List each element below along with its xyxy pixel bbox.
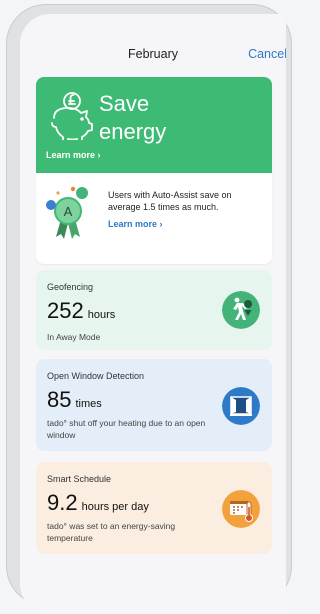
geofencing-card[interactable]: Geofencing 252 hours In Away Mode [36,270,272,350]
auto-assist-description: Users with Auto-Assist save on average 1… [108,190,232,212]
app-screen: February Cancel Save energy Learn more › [20,14,286,614]
piggy-bank-icon [51,92,93,140]
page-title: February [127,47,179,61]
learn-more-link-2[interactable]: Learn more › [108,219,163,229]
geofencing-value-row: 252 hours [47,298,115,324]
award-medal-icon: A [46,186,88,239]
medal-letter: A [64,204,73,219]
smart-schedule-value-row: 9.2 hours per day [47,490,149,516]
auto-assist-section: A Users with Auto-Assist save on average… [36,173,272,264]
open-window-description: tado° shut off your heating due to an op… [47,418,206,440]
geofencing-value: 252 [47,298,84,323]
smart-schedule-unit: hours per day [81,501,149,513]
save-title-line-2: energy [99,119,167,144]
smart-schedule-description: tado° was set to an energy-saving temper… [47,521,176,543]
geofencing-unit: hours [87,309,116,321]
save-energy-title: Save energy [99,90,259,146]
open-window-value: 85 [47,387,72,412]
save-energy-card: Save energy Learn more › A Users with Au… [36,77,272,264]
smart-schedule-label: Smart Schedule [47,474,112,484]
smart-schedule-value: 9.2 [47,490,78,515]
open-window-card[interactable]: Open Window Detection 85 times tado° shut… [36,359,272,451]
cancel-button[interactable]: Cancel [248,47,286,61]
top-bar: February Cancel [20,14,286,74]
smart-schedule-card[interactable]: Smart Schedule 9.2 hours per day tado° wa… [36,462,272,554]
open-window-label: Open Window Detection [47,371,145,381]
geofencing-description: In Away Mode [47,332,101,342]
person-walking-location-icon [222,291,260,329]
save-title-line-1: Save [99,91,150,116]
open-window-icon [222,387,260,425]
geofencing-label: Geofencing [47,282,94,292]
open-window-value-row: 85 times [47,387,102,413]
calendar-thermometer-icon [222,490,260,528]
open-window-unit: times [75,398,102,410]
save-energy-banner: Save energy Learn more › [36,77,272,173]
learn-more-link[interactable]: Learn more › [46,150,101,160]
